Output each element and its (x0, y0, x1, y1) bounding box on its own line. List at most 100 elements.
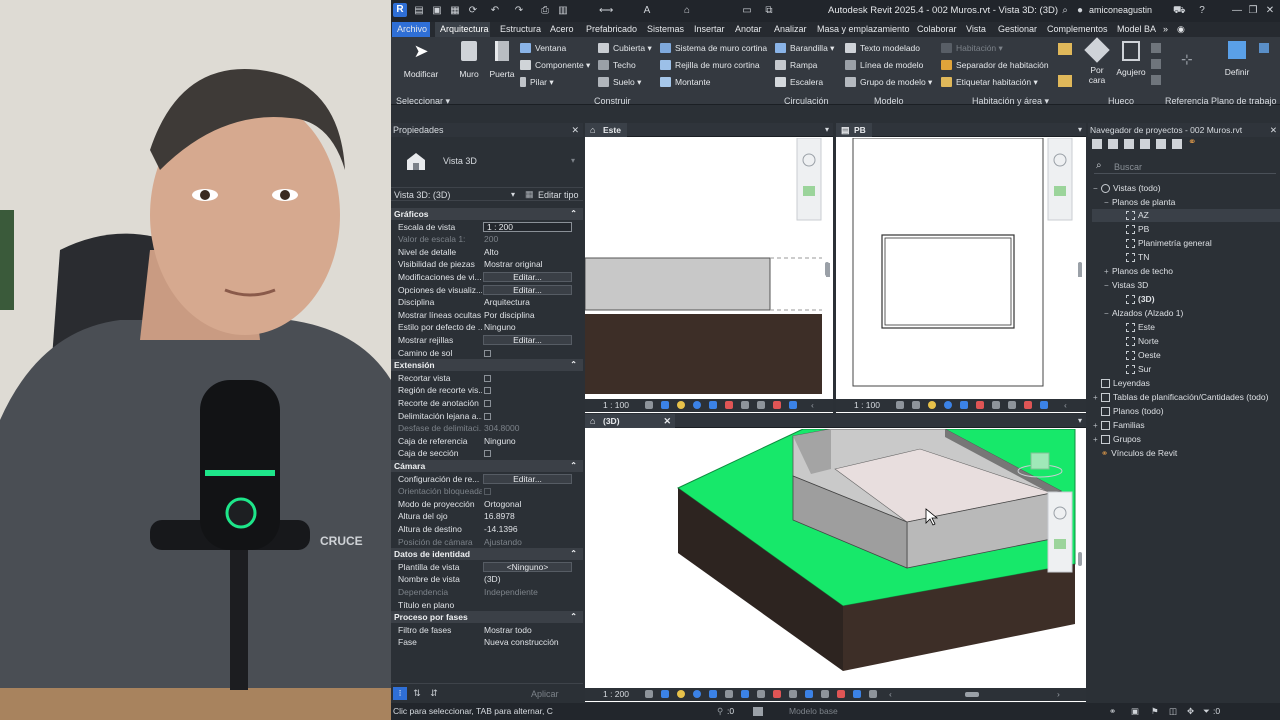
prop-value[interactable]: Alto (484, 246, 572, 259)
shadows-icon[interactable] (944, 401, 952, 409)
prop-value[interactable]: Mostrar original (484, 258, 572, 271)
scroll-left-icon[interactable]: ‹ (1064, 399, 1067, 412)
prop-value[interactable]: Mostrar todo (484, 624, 572, 637)
tree-vinculos[interactable]: ⚭ Vínculos de Revit (1101, 448, 1177, 459)
prop-checkbox[interactable] (484, 387, 491, 395)
view-3d[interactable]: ⌂ (3D) ✕ ▾ 1: 200 ‹ › (585, 414, 1086, 702)
more-tabs-icon[interactable]: » (1163, 24, 1168, 34)
temp-hide-icon[interactable] (773, 690, 781, 698)
prop-value[interactable]: -14.1396 (484, 523, 572, 536)
tab-masa[interactable]: Masa y emplazamiento (817, 24, 910, 34)
opening-vertical-icon[interactable] (1151, 59, 1161, 69)
stair-button[interactable]: Escalera (775, 77, 823, 87)
tab-view-pb[interactable]: ▤ PB (836, 123, 872, 137)
prop-value[interactable]: Ortogonal (484, 498, 572, 511)
reveal-constraints-icon[interactable] (1024, 401, 1032, 409)
model-text-button[interactable]: Texto modelado (845, 43, 920, 53)
prop-checkbox[interactable] (484, 450, 491, 458)
prop-value[interactable]: (3D) (484, 573, 572, 586)
browser-view-icon[interactable] (1092, 139, 1102, 149)
collapse-icon[interactable]: ⌃ (570, 460, 577, 472)
prop-input[interactable]: 1 : 200 (483, 221, 572, 232)
detail-level-icon[interactable] (645, 401, 653, 409)
tab-prefabricado[interactable]: Prefabricado (586, 24, 637, 34)
save-icon[interactable]: ▦ (449, 5, 461, 17)
prop-value[interactable]: Nueva construcción (484, 636, 572, 649)
tree-norte[interactable]: Norte (1126, 336, 1159, 346)
visual-style-icon[interactable] (661, 401, 669, 409)
tab-gestionar[interactable]: Gestionar (998, 24, 1037, 34)
horizontal-scrollbar[interactable] (965, 692, 979, 697)
prop-value[interactable]: 16.8978 (484, 510, 572, 523)
close-properties-icon[interactable]: ✕ (571, 123, 579, 137)
tab-estructura[interactable]: Estructura (500, 24, 541, 34)
type-selector[interactable]: Vista 3D ▾ (391, 139, 583, 185)
tab-anotar[interactable]: Anotar (735, 24, 762, 34)
browser-link-icon[interactable]: ⚭ (1188, 137, 1196, 148)
switch-windows-icon[interactable]: ⧉ (763, 5, 775, 17)
print-icon[interactable]: ⎙ (539, 5, 551, 17)
tree-alzados[interactable]: − Alzados (Alzado 1) (1104, 308, 1183, 318)
crop-view-icon[interactable] (709, 401, 717, 409)
by-face-button[interactable]: Por cara (1084, 37, 1110, 93)
close-view-3d-icon[interactable]: ✕ (663, 414, 671, 428)
prop-value[interactable]: Ninguno (484, 321, 572, 334)
prop-edit-button[interactable]: Editar... (483, 284, 572, 295)
cart-icon[interactable]: ⛟ (1173, 5, 1186, 17)
unlocked-3d-icon[interactable] (757, 690, 765, 698)
ceiling-button[interactable]: Techo (598, 60, 636, 70)
window-button[interactable]: Ventana (520, 43, 566, 53)
wall-button[interactable]: Muro (455, 41, 483, 91)
prop-value[interactable]: Ninguno (484, 435, 572, 448)
tree-planos-techo[interactable]: + Planos de techo (1104, 266, 1173, 276)
show-crop-icon[interactable] (741, 690, 749, 698)
roof-button[interactable]: Cubierta ▾ (598, 43, 652, 54)
tree-vistas3d[interactable]: − Vistas 3D (1104, 280, 1148, 290)
analysis-display-icon[interactable] (789, 401, 797, 409)
pdf-icon[interactable]: ▥ (557, 5, 569, 17)
sun-path-icon[interactable] (677, 401, 685, 409)
tree-grupos[interactable]: + Grupos (1093, 434, 1141, 444)
filter-icon[interactable]: ⏷ (1203, 703, 1210, 720)
prop-checkbox[interactable] (484, 400, 491, 407)
sort-alpha-icon[interactable]: ⇅ (410, 687, 424, 700)
text-icon[interactable]: A (641, 5, 653, 17)
room-button[interactable]: Habitación ▾ (941, 43, 1003, 54)
temp-hide-icon[interactable] (992, 401, 1000, 409)
analysis-display-icon[interactable] (1040, 401, 1048, 409)
tree-tn[interactable]: TN (1126, 252, 1149, 262)
tab-sistemas[interactable]: Sistemas (647, 24, 684, 34)
select-underlay-icon[interactable]: ▣ (1131, 703, 1139, 720)
reveal-constraints-icon[interactable] (773, 401, 781, 409)
render-icon[interactable] (709, 690, 717, 698)
area-tag-icon[interactable] (1058, 75, 1072, 87)
restore-icon[interactable]: ❐ (1247, 5, 1259, 17)
tree-vistas[interactable]: − Vistas (todo) (1093, 183, 1161, 193)
scroll-left-icon[interactable]: ‹ (811, 399, 814, 412)
visual-style-icon[interactable] (912, 401, 920, 409)
collapse-icon[interactable]: ⌃ (570, 611, 577, 623)
sort-categorized-icon[interactable]: ⁝ (393, 687, 407, 700)
column-button[interactable]: Pilar ▾ (520, 77, 554, 88)
view-este-menu-icon[interactable]: ▾ (825, 123, 829, 137)
tree-planos-planta[interactable]: − Planos de planta (1104, 197, 1175, 207)
railing-button[interactable]: Barandilla ▾ (775, 43, 834, 54)
shadows-icon[interactable] (693, 401, 701, 409)
prop-value[interactable]: Por disciplina (484, 309, 572, 322)
prop-checkbox[interactable] (484, 374, 491, 382)
view-pb[interactable]: ▤ PB ▾ 1 : 100 ‹ (836, 123, 1086, 413)
curtain-grid-button[interactable]: Rejilla de muro cortina (660, 60, 760, 70)
tab-colaborar[interactable]: Colaborar (917, 24, 957, 34)
prop-checkbox[interactable] (484, 412, 491, 420)
search-icon[interactable]: ⌕ (1059, 5, 1071, 17)
tab-vista[interactable]: Vista (966, 24, 986, 34)
tab-view-este[interactable]: ⌂ Este (585, 123, 627, 137)
show-workplane-icon[interactable] (1259, 43, 1269, 53)
open-icon[interactable]: ▤ (413, 5, 425, 17)
prop-value[interactable]: Arquitectura (484, 296, 572, 309)
prop-edit-button[interactable]: <Ninguno> (483, 561, 572, 572)
browser-group-icon[interactable] (1172, 139, 1182, 149)
ramp-button[interactable]: Rampa (775, 60, 817, 70)
section-seleccionar[interactable]: Seleccionar ▾ (396, 96, 450, 107)
grid-icon[interactable]: ⊹ (1181, 51, 1193, 68)
